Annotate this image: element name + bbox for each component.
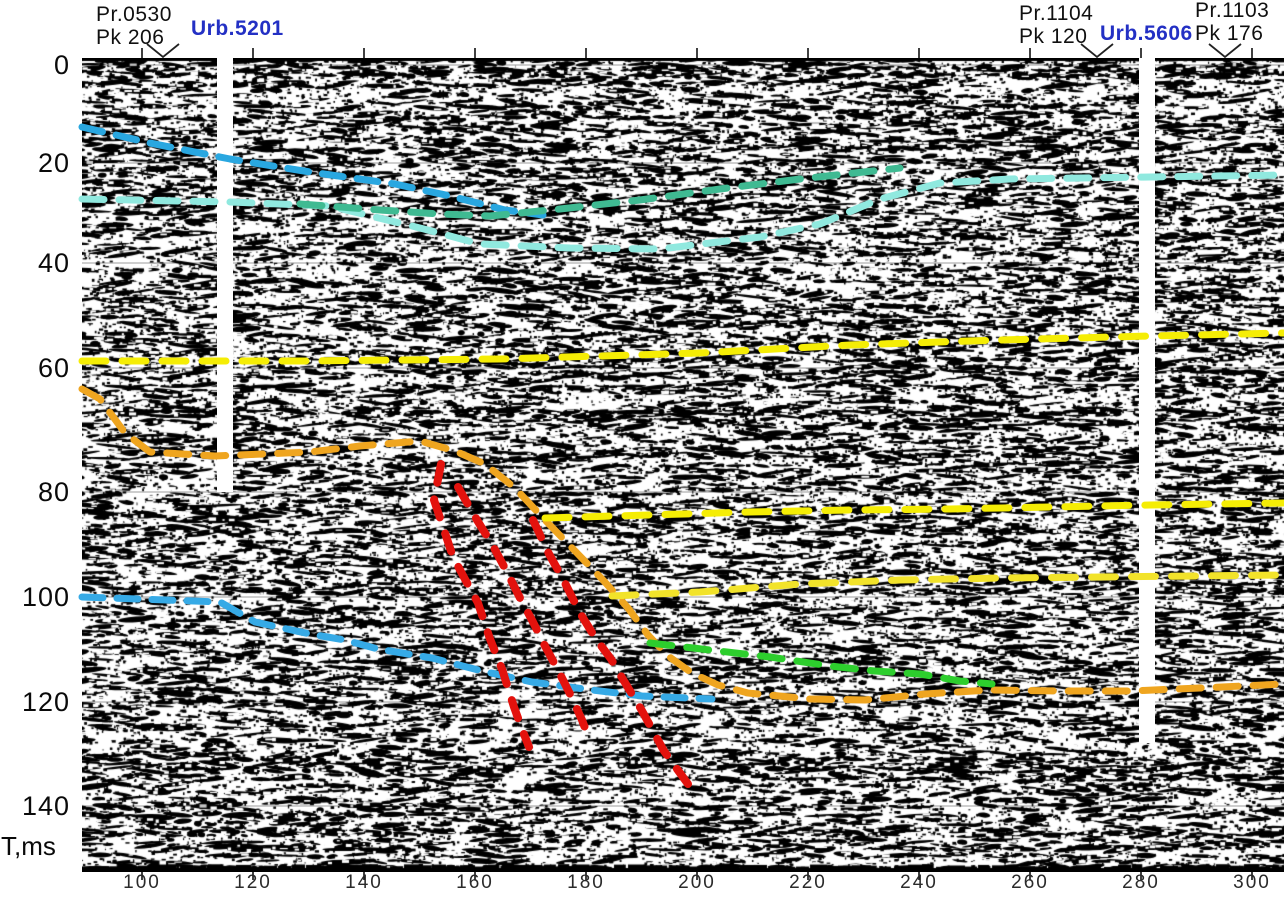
shotpoint-line1: Pr.0530 xyxy=(96,3,172,26)
shotpoint-line2: Pk 206 xyxy=(96,26,172,49)
y-tick-label-40: 40 xyxy=(0,249,70,277)
x-tick-label-120: 120 xyxy=(221,873,285,893)
well-name-label-urb5606: Urb.5606 xyxy=(1100,22,1193,46)
well-name-label-urb5201: Urb.5201 xyxy=(191,17,284,41)
y-tick-label-100: 100 xyxy=(0,583,70,611)
x-tick-label-160: 160 xyxy=(443,873,507,893)
y-tick-label-60: 60 xyxy=(0,354,70,382)
shotpoint-line2: Pk 120 xyxy=(1019,25,1093,48)
x-tick-label-180: 180 xyxy=(554,873,618,893)
y-tick-label-120: 120 xyxy=(0,688,70,716)
x-tick-label-300: 300 xyxy=(1220,873,1284,893)
x-tick-label-100: 100 xyxy=(110,873,174,893)
shotpoint-label-pr1104: Pr.1104 Pk 120 xyxy=(1019,2,1093,48)
shotpoint-line1: Pr.1103 xyxy=(1195,0,1269,22)
shotpoint-line1: Pr.1104 xyxy=(1019,2,1093,25)
shotpoint-line2: Pk 176 xyxy=(1195,22,1269,45)
x-tick-label-240: 240 xyxy=(887,873,951,893)
x-tick-label-280: 280 xyxy=(1109,873,1173,893)
shotpoint-label-pr1103: Pr.1103 Pk 176 xyxy=(1195,0,1269,45)
axis-tick-labels: 0 20 40 60 80 100 120 140 100 120 140 160 180 200 220 2… xyxy=(0,0,1284,897)
x-tick-label-200: 200 xyxy=(665,873,729,893)
seismic-section-figure: 0 20 40 60 80 100 120 140 100 120 140 160 180 200 220 2… xyxy=(0,0,1284,897)
x-tick-label-220: 220 xyxy=(776,873,840,893)
x-tick-label-140: 140 xyxy=(332,873,396,893)
x-tick-label-260: 260 xyxy=(998,873,1062,893)
y-tick-label-140: 140 xyxy=(0,792,70,820)
y-tick-label-0: 0 xyxy=(0,51,70,79)
y-tick-label-20: 20 xyxy=(0,149,70,177)
y-tick-label-80: 80 xyxy=(0,478,70,506)
time-axis-title: T,ms xyxy=(1,831,56,862)
shotpoint-label-pr0530: Pr.0530 Pk 206 xyxy=(96,3,172,49)
